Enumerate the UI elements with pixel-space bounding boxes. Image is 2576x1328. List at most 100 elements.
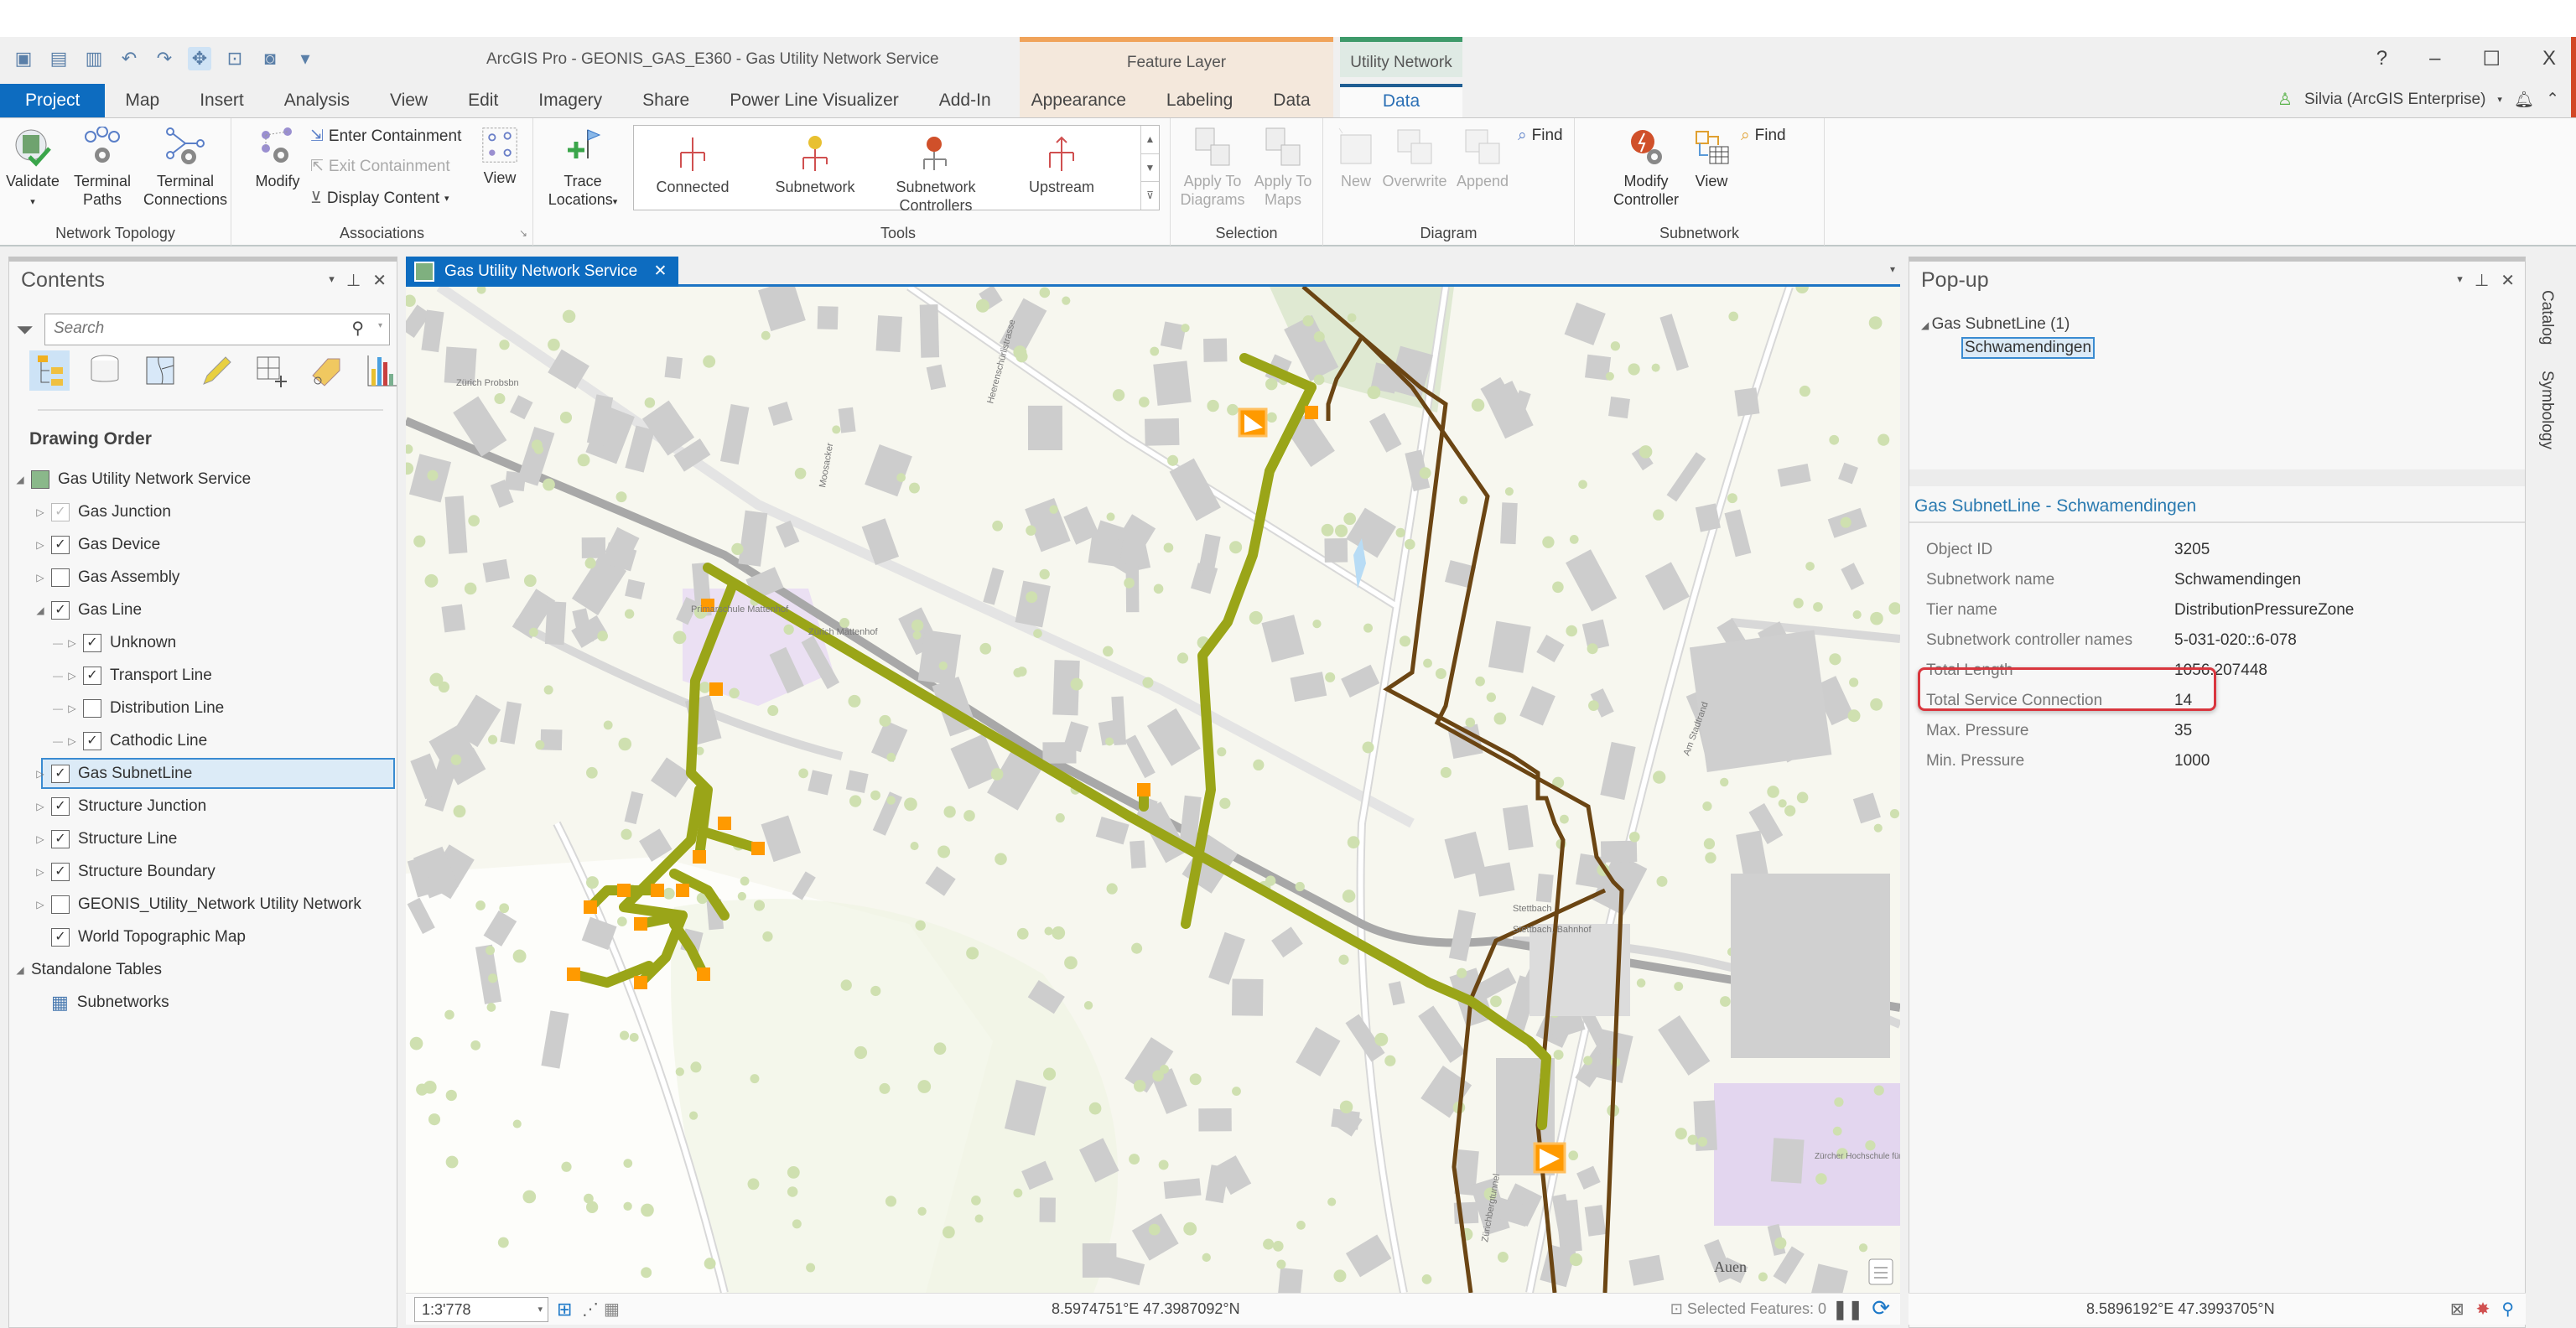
customize-qat-icon[interactable]: ▾ [293, 47, 317, 70]
list-by-editing-icon[interactable] [195, 350, 236, 391]
expand-arrow-icon[interactable]: ▷ [34, 833, 46, 845]
layer-row[interactable]: ▷ ✓ Structure Line [9, 822, 397, 855]
close-pane-icon[interactable]: ✕ [372, 270, 387, 291]
map-overlay-panel-icon[interactable] [1868, 1258, 1893, 1285]
terminal-paths-button[interactable]: Terminal Paths [69, 127, 136, 209]
filter-icon[interactable]: ⏷ [16, 317, 34, 344]
grid-toggle-icon[interactable]: ⊞ [557, 1299, 572, 1320]
append-diagram-button[interactable]: Append [1451, 127, 1514, 190]
expand-arrow-icon[interactable]: ▷ [34, 506, 46, 518]
close-button[interactable]: X [2542, 47, 2556, 71]
popup-splitter[interactable] [1909, 469, 2525, 486]
contents-search-field[interactable]: ⚲ ▾ [44, 314, 390, 345]
trace-subnetwork-controllers-button[interactable]: Subnetwork Controllers [877, 134, 995, 215]
layer-visibility-checkbox[interactable] [51, 895, 70, 914]
refresh-icon[interactable]: ⟳ [1872, 1295, 1890, 1321]
user-dropdown-icon[interactable]: ▾ [2497, 94, 2502, 105]
collapse-ribbon-icon[interactable]: ⌃ [2546, 90, 2559, 109]
find-diagram-button[interactable]: ⌕ Find [1518, 127, 1563, 145]
popup-close-icon[interactable]: ✕ [2501, 270, 2515, 291]
contents-search-input[interactable] [45, 314, 330, 343]
subnetwork-controller-top[interactable] [1238, 407, 1268, 438]
table-toggle-icon[interactable]: ▦ [604, 1299, 620, 1320]
selected-features-indicator[interactable]: ⊡ Selected Features: 0 [1670, 1300, 1826, 1318]
expand-arrow-icon[interactable]: ▷ [34, 899, 46, 910]
tab-feature-layer-data[interactable]: Data [1253, 84, 1330, 117]
maximize-button[interactable]: ☐ [2482, 47, 2501, 71]
layer-row[interactable]: ◢ ✓ Gas Line [9, 594, 397, 626]
save-project-icon[interactable]: ▥ [82, 47, 106, 70]
pause-drawing-icon[interactable]: ❚❚ [1832, 1299, 1863, 1320]
view-associations-button[interactable]: View [475, 127, 525, 187]
map-canvas[interactable]: Zürich Probsbn Primarschule Mattenhof Zü… [406, 287, 1900, 1293]
subnetwork-controller-bottom[interactable] [1533, 1142, 1566, 1174]
overwrite-diagram-button[interactable]: Overwrite [1379, 127, 1451, 190]
new-diagram-button[interactable]: New [1335, 127, 1377, 190]
display-content-button[interactable]: ⊻ Display Content ▾ [310, 189, 449, 208]
layer-visibility-checkbox[interactable]: ✓ [51, 796, 70, 816]
apply-to-diagrams-button[interactable]: Apply To Diagrams [1179, 127, 1246, 209]
trace-locations-button[interactable]: Trace Locations▾ [545, 127, 621, 211]
list-by-labeling-icon[interactable] [306, 350, 346, 391]
expand-arrow-icon[interactable]: ▷ [66, 703, 78, 714]
tab-share[interactable]: Share [622, 84, 709, 117]
layer-row[interactable]: ▷ ✓ Structure Junction [9, 790, 397, 822]
layer-row[interactable]: ▷ ✓ Gas Device [9, 528, 397, 561]
layer-visibility-checkbox[interactable]: ✓ [51, 535, 70, 554]
layer-row[interactable]: — ▷ ✓ Unknown [9, 626, 397, 659]
list-by-selection-icon[interactable] [140, 350, 180, 391]
tab-power-line-visualizer[interactable]: Power Line Visualizer [709, 84, 919, 117]
popup-group-collapse-icon[interactable]: ◢ [1921, 319, 1932, 331]
layer-row[interactable]: ▷ ✓ Gas Junction [9, 495, 397, 528]
user-name[interactable]: Silvia (ArcGIS Enterprise) [2304, 91, 2485, 109]
layer-visibility-checkbox[interactable]: ✓ [51, 829, 70, 848]
tab-view[interactable]: View [370, 84, 448, 117]
layer-row[interactable]: ▦ Subnetworks [9, 986, 397, 1019]
gallery-scrollbar[interactable]: ▲ ▼ ⊽ [1140, 126, 1159, 210]
layer-row[interactable]: — ▷ Distribution Line [9, 692, 397, 724]
tab-add-in[interactable]: Add-In [919, 84, 1011, 117]
expand-arrow-icon[interactable]: ▷ [66, 670, 78, 682]
layer-row[interactable]: — ▷ ✓ Transport Line [9, 659, 397, 692]
side-tab-symbology[interactable]: Symbology [2537, 371, 2556, 449]
map-tabs-dropdown-icon[interactable]: ▾ [1890, 263, 1895, 275]
tab-imagery[interactable]: Imagery [518, 84, 622, 117]
layer-visibility-checkbox[interactable]: ✓ [51, 502, 70, 521]
close-map-tab-icon[interactable]: ✕ [653, 262, 667, 280]
select-filter-icon[interactable]: ⊡ [223, 47, 247, 70]
open-project-icon[interactable]: ▤ [47, 47, 70, 70]
flash-feature-icon[interactable]: ✸ [2476, 1299, 2490, 1320]
trace-connected-button[interactable]: Connected [634, 134, 751, 196]
exit-containment-button[interactable]: ⇱ Exit Containment [310, 157, 450, 176]
layer-visibility-checkbox[interactable]: ✓ [83, 731, 101, 750]
popup-pin-icon[interactable]: ⊥ [2475, 270, 2489, 291]
tab-utility-network-data[interactable]: Data [1340, 84, 1462, 117]
map-tab-gas-utility-network-service[interactable]: Gas Utility Network Service ✕ [406, 257, 679, 287]
layer-visibility-checkbox[interactable]: ✓ [51, 764, 70, 783]
expand-arrow-icon[interactable]: ▷ [66, 735, 78, 747]
layer-row[interactable]: — ▷ ✓ Cathodic Line [9, 724, 397, 757]
snapping-toggle-icon[interactable]: ⋰ [582, 1299, 599, 1320]
side-tab-catalog[interactable]: Catalog [2537, 290, 2556, 345]
expand-arrow-icon[interactable]: ▷ [34, 801, 46, 812]
layer-row[interactable]: ✓ World Topographic Map [9, 921, 397, 953]
layer-row[interactable]: ◢ Standalone Tables [9, 953, 397, 986]
layer-row[interactable]: ▷ GEONIS_Utility_Network Utility Network [9, 888, 397, 921]
popup-feature-item[interactable]: Schwamendingen [1961, 337, 2096, 359]
collapse-arrow-icon[interactable]: ◢ [14, 474, 26, 485]
pin-icon[interactable]: ⊥ [346, 270, 361, 291]
popup-feature-group[interactable]: ◢ Gas SubnetLine (1) [1921, 315, 2070, 334]
redo-icon[interactable]: ↷ [153, 47, 176, 70]
minimize-button[interactable]: – [2429, 47, 2440, 71]
tab-appearance[interactable]: Appearance [1011, 84, 1146, 117]
expand-arrow-icon[interactable]: ▷ [34, 768, 46, 780]
search-icon[interactable]: ⚲ [351, 318, 364, 339]
expand-arrow-icon[interactable]: ▷ [34, 866, 46, 878]
tab-project[interactable]: Project [0, 84, 106, 117]
layer-visibility-checkbox[interactable]: ✓ [51, 862, 70, 881]
layer-row[interactable]: ◢ Gas Utility Network Service [9, 463, 397, 495]
tab-edit[interactable]: Edit [448, 84, 518, 117]
zoom-to-feature-icon[interactable]: ⚲ [2501, 1299, 2514, 1320]
help-button[interactable]: ? [2376, 47, 2387, 71]
undo-icon[interactable]: ↶ [117, 47, 141, 70]
